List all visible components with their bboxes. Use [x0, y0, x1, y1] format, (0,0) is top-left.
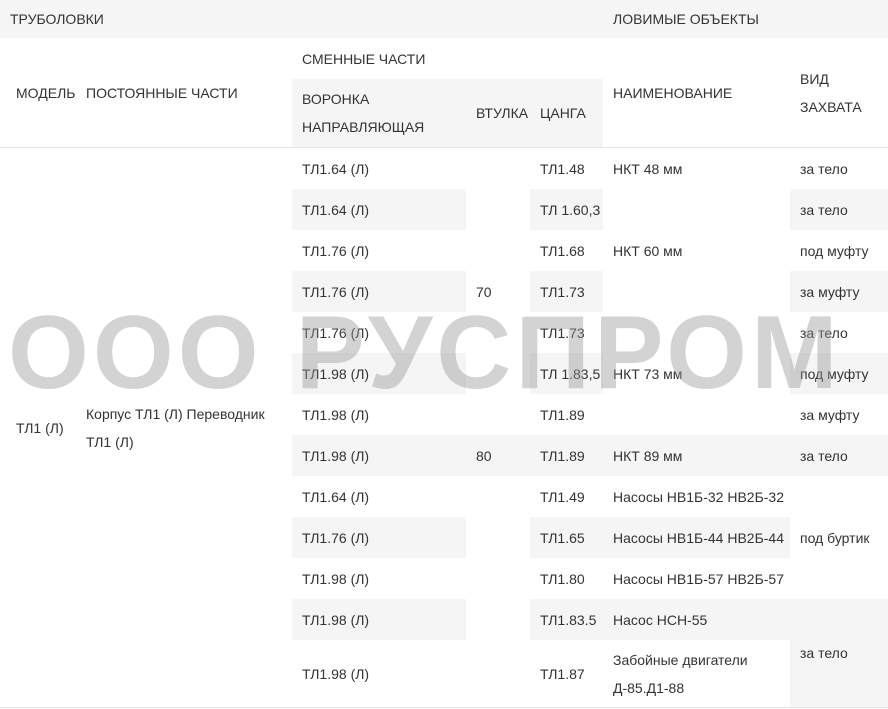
header-replaceable: СМЕННЫЕ ЧАСТИ — [302, 50, 426, 67]
funnel-cell: ТЛ1.76 (Л) — [292, 230, 466, 271]
funnel-cell: ТЛ1.76 (Л) — [292, 312, 466, 353]
funnel-cell: ТЛ1.76 (Л) — [292, 271, 466, 312]
grip-cell: под муфту — [790, 353, 888, 394]
collet-cell: ТЛ1.87 — [530, 640, 603, 707]
collet-cell: ТЛ 1.83,5 — [530, 353, 603, 394]
collet-cell: ТЛ1.73 — [530, 312, 603, 353]
header-collet: ЦАНГА — [530, 79, 603, 147]
grip-cell: за тело — [790, 599, 888, 707]
grip-cell: за тело — [790, 148, 888, 189]
funnel-cell: ТЛ1.98 (Л) — [292, 599, 466, 640]
name-cell: Насосы НВ1Б-32 НВ2Б-32 — [603, 476, 790, 517]
header-model: МОДЕЛЬ — [16, 84, 76, 101]
collet-cell: ТЛ1.89 — [530, 394, 603, 435]
header-permanent: ПОСТОЯННЫЕ ЧАСТИ — [86, 84, 238, 101]
name-cell: Насосы НВ1Б-44 НВ2Б-44 — [603, 517, 790, 558]
grip-cell: за муфту — [790, 271, 888, 312]
collet-cell: ТЛ1.83.5 — [530, 599, 603, 640]
grip-cell: за тело — [790, 435, 888, 476]
grip-cell: под буртик — [790, 476, 888, 599]
header-funnel: ВОРОНКА НАПРАВЛЯЮЩАЯ — [292, 79, 466, 147]
collet-cell: ТЛ 1.60,3 — [530, 189, 603, 230]
funnel-cell: ТЛ1.64 (Л) — [292, 476, 466, 517]
sleeve-cell-80: 80 — [466, 435, 530, 476]
funnel-cell: ТЛ1.98 (Л) — [292, 353, 466, 394]
grip-cell: за тело — [790, 312, 888, 353]
funnel-cell: ТЛ1.64 (Л) — [292, 189, 466, 230]
name-cell: Забойные двигатели Д-85.Д1-88 — [603, 640, 790, 707]
model-cell: ТЛ1 (Л) — [16, 419, 64, 436]
funnel-cell: ТЛ1.64 (Л) — [292, 148, 466, 189]
grip-cell: под муфту — [790, 230, 888, 271]
name-cell: Насос НСН-55 — [603, 599, 790, 640]
name-cell: Насосы НВ1Б-57 НВ2Б-57 — [603, 558, 790, 599]
sleeve-cell-70: 70 — [476, 283, 492, 300]
collet-cell: ТЛ1.68 — [530, 230, 603, 271]
name-cell: НКТ 89 мм — [603, 435, 790, 476]
name-cell: НКТ 48 мм — [603, 148, 790, 189]
funnel-cell: ТЛ1.98 (Л) — [292, 558, 466, 599]
name-cell: НКТ 73 мм — [603, 312, 790, 435]
header-group-lovimye: ЛОВИМЫЕ ОБЪЕКТЫ — [603, 0, 888, 38]
collet-cell: ТЛ1.49 — [530, 476, 603, 517]
header-group-trubolovki: ТРУБОЛОВКИ — [0, 0, 603, 38]
grip-cell: за муфту — [790, 394, 888, 435]
header-name: НАИМЕНОВАНИЕ — [613, 84, 733, 101]
collet-cell: ТЛ1.48 — [530, 148, 603, 189]
header-grip: ВИД ЗАХВАТА — [800, 70, 862, 115]
funnel-cell: ТЛ1.98 (Л) — [292, 435, 466, 476]
collet-cell: ТЛ1.73 — [530, 271, 603, 312]
collet-cell: ТЛ1.80 — [530, 558, 603, 599]
name-cell: НКТ 60 мм — [603, 189, 790, 312]
grip-cell: за тело — [790, 189, 888, 230]
header-sleeve: ВТУЛКА — [466, 79, 530, 147]
funnel-cell: ТЛ1.76 (Л) — [292, 517, 466, 558]
table-bottom-rule — [0, 707, 888, 708]
funnel-cell: ТЛ1.98 (Л) — [292, 640, 466, 707]
collet-cell: ТЛ1.89 — [530, 435, 603, 476]
permanent-parts-cell: Корпус ТЛ1 (Л) Переводник ТЛ1 (Л) — [86, 405, 265, 450]
funnel-cell: ТЛ1.98 (Л) — [292, 394, 466, 435]
collet-cell: ТЛ1.65 — [530, 517, 603, 558]
